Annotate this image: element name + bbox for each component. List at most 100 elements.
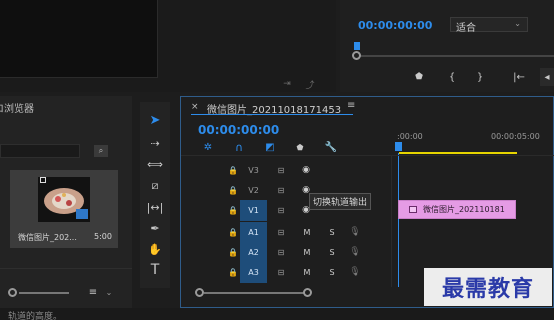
toggle-track-output-tooltip: 切换轨道输出: [309, 193, 372, 210]
close-tab-icon[interactable]: ×: [191, 102, 199, 112]
video-clip[interactable]: 微信图片_202110181: [398, 200, 516, 219]
source-monitor-viewport: [0, 0, 158, 78]
sync-lock-icon[interactable]: ⊟: [275, 184, 287, 196]
sync-lock-icon[interactable]: ⊟: [275, 226, 287, 238]
step-back-icon[interactable]: ◂: [540, 68, 554, 86]
sync-lock-icon[interactable]: ⊟: [275, 246, 287, 258]
playhead-marker[interactable]: [354, 42, 360, 50]
program-monitor-panel: 00:00:00:00 适合 ⌄ ⬟ { } |← ◂: [340, 0, 554, 92]
lock-icon[interactable]: 🔒: [227, 204, 239, 216]
tab-underline: [191, 114, 353, 115]
snap-icon[interactable]: ∩: [232, 140, 246, 154]
track-label-a1[interactable]: A1: [240, 222, 267, 243]
hand-tool-icon[interactable]: ✋: [144, 239, 166, 259]
ripple-edit-tool-icon[interactable]: ⟺: [144, 154, 166, 174]
razor-tool-icon[interactable]: ⧄: [144, 176, 166, 196]
chevron-down-icon[interactable]: ⌄: [104, 285, 114, 299]
time-ruler[interactable]: :00:00 00:00:05:00: [395, 125, 554, 155]
add-marker-icon[interactable]: ⬟: [294, 141, 306, 153]
pen-tool-icon[interactable]: ✒: [144, 218, 166, 238]
panel-menu-icon[interactable]: ≡: [347, 100, 355, 111]
project-panel: ロ浏览器 ⌕ 微信图片_202... 5:00 ≡ ⌄: [0, 96, 132, 308]
add-marker-icon[interactable]: ⬟: [412, 70, 426, 84]
chevron-down-icon: ⌄: [514, 19, 521, 28]
microphone-icon[interactable]: 🎙: [349, 266, 361, 278]
fx-badge-icon: [409, 206, 417, 213]
zoom-fit-select[interactable]: 适合 ⌄: [450, 17, 528, 34]
media-item-duration: 5:00: [94, 232, 112, 241]
project-search-input[interactable]: [0, 144, 80, 158]
header-divider: [181, 155, 554, 156]
timeline-settings-wrench-icon[interactable]: 🔧: [324, 140, 338, 154]
scrub-handle[interactable]: [352, 51, 361, 60]
linked-selection-icon[interactable]: ◩: [263, 140, 277, 154]
mute-button[interactable]: M: [301, 246, 313, 258]
media-item-name: 微信图片_202...: [18, 233, 77, 242]
tools-panel: ➤ ⇢ ⟺ ⧄ |↔| ✒ ✋ T: [140, 102, 170, 288]
track-label-v2[interactable]: V2: [240, 180, 267, 201]
project-panel-title[interactable]: ロ浏览器: [0, 100, 34, 115]
solo-button[interactable]: S: [326, 246, 338, 258]
sync-lock-icon[interactable]: ⊟: [275, 266, 287, 278]
mark-out-icon[interactable]: }: [473, 70, 487, 84]
mark-in-icon[interactable]: {: [445, 70, 459, 84]
scrollbar-right-handle[interactable]: [303, 288, 312, 297]
clip-label: 微信图片_202110181: [423, 205, 505, 214]
track-row-a1: 🔒 A1 ⊟ M S 🎙: [182, 222, 549, 243]
status-bar: 轨道的高度。: [0, 308, 554, 320]
track-row-a2: 🔒 A2 ⊟ M S 🎙: [182, 242, 549, 263]
timeline-timecode[interactable]: 00:00:00:00: [198, 123, 279, 137]
sort-icon[interactable]: ≡: [86, 285, 100, 299]
microphone-icon[interactable]: 🎙: [349, 246, 361, 258]
nest-icon[interactable]: ✲: [201, 140, 215, 154]
export-frame-icon[interactable]: ⤴: [303, 78, 317, 91]
track-label-v1[interactable]: V1: [240, 200, 267, 221]
timeline-scrollbar[interactable]: [195, 288, 395, 298]
lock-icon[interactable]: 🔒: [227, 184, 239, 196]
media-thumbnail: [38, 177, 90, 222]
microphone-icon[interactable]: 🎙: [349, 226, 361, 238]
program-scrub-bar[interactable]: [352, 42, 554, 63]
eye-icon[interactable]: ◉: [299, 164, 313, 176]
selection-tool-icon[interactable]: ➤: [144, 110, 166, 130]
media-item-icon: [40, 177, 46, 183]
scrollbar-left-handle[interactable]: [195, 288, 204, 297]
lock-icon[interactable]: 🔒: [227, 246, 239, 258]
zoom-fit-label: 适合: [456, 23, 476, 34]
slider-track: [19, 292, 69, 294]
lock-icon[interactable]: 🔒: [227, 226, 239, 238]
track-label-a2[interactable]: A2: [240, 242, 267, 263]
find-icon[interactable]: ⌕: [94, 145, 108, 157]
lock-icon[interactable]: 🔒: [227, 266, 239, 278]
track-label-a3[interactable]: A3: [240, 262, 267, 283]
sync-lock-icon[interactable]: ⊟: [275, 164, 287, 176]
watermark-text: 最需教育: [441, 276, 534, 302]
media-item-card[interactable]: 微信图片_202... 5:00: [10, 170, 118, 248]
go-to-in-icon[interactable]: |←: [511, 70, 527, 84]
mute-button[interactable]: M: [301, 266, 313, 278]
mute-button[interactable]: M: [301, 226, 313, 238]
scrollbar-track: [204, 292, 304, 294]
type-tool-icon[interactable]: T: [144, 260, 166, 280]
watermark-box: 最需教育: [424, 268, 552, 306]
work-area-bar[interactable]: [399, 152, 517, 154]
ruler-start-label: :00:00: [397, 132, 423, 141]
slip-tool-icon[interactable]: |↔|: [144, 197, 166, 217]
sync-lock-icon[interactable]: ⊟: [275, 204, 287, 216]
slider-handle[interactable]: [8, 288, 17, 297]
solo-button[interactable]: S: [326, 266, 338, 278]
scrub-track: [354, 55, 554, 57]
project-panel-divider: [0, 268, 132, 269]
track-row-v3: 🔒 V3 ⊟ ◉: [182, 160, 549, 181]
insert-icon[interactable]: ⇥: [280, 78, 294, 90]
ruler-end-label: 00:00:05:00: [491, 132, 540, 141]
status-text: 轨道的高度。: [8, 312, 63, 320]
thumbnail-size-slider[interactable]: [8, 288, 84, 298]
track-label-v3[interactable]: V3: [240, 160, 267, 181]
source-monitor-panel: ⇥ ⤴: [0, 0, 336, 92]
solo-button[interactable]: S: [326, 226, 338, 238]
lock-icon[interactable]: 🔒: [227, 164, 239, 176]
track-select-tool-icon[interactable]: ⇢: [144, 133, 166, 153]
program-timecode[interactable]: 00:00:00:00: [358, 19, 432, 32]
playhead-marker[interactable]: [395, 142, 402, 151]
